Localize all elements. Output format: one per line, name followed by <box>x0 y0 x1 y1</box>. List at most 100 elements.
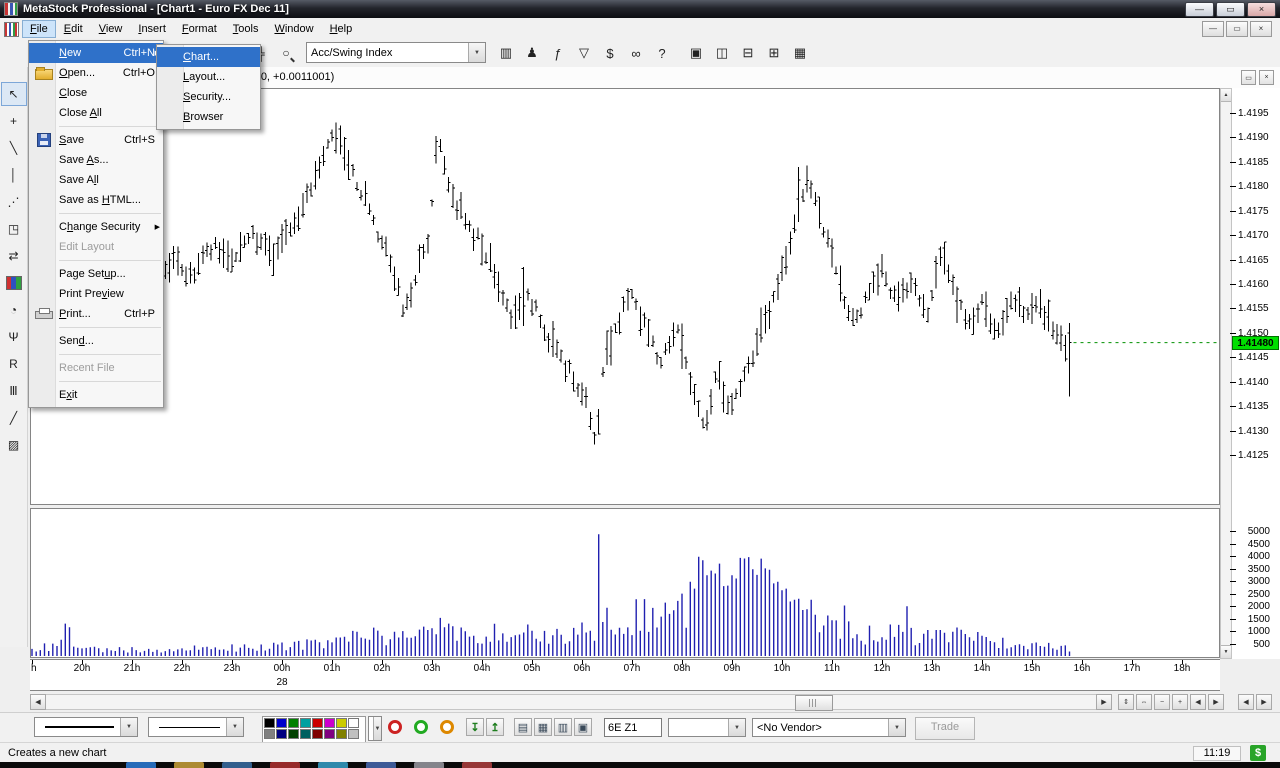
taskbar-app-6[interactable] <box>414 762 444 768</box>
file-menu-item-close[interactable]: Close <box>29 83 163 103</box>
new-submenu-item-browser[interactable]: Browser <box>157 107 260 127</box>
downloader-tray-icon[interactable]: $ <box>1250 745 1266 761</box>
mdi-restore-button[interactable]: ▭ <box>1226 21 1248 37</box>
file-menu-item-change-security[interactable]: Change Security▶ <box>29 217 163 237</box>
mdi-close-button[interactable]: × <box>1250 21 1272 37</box>
chevron-down-icon[interactable]: ▼ <box>120 718 137 736</box>
palette-color-8[interactable] <box>264 729 275 739</box>
taskbar-app-2[interactable] <box>222 762 252 768</box>
line-weight-select[interactable]: ▼ <box>148 717 244 737</box>
menu-file[interactable]: File <box>22 20 56 38</box>
menu-help[interactable]: Help <box>322 20 361 38</box>
scroll-tool[interactable]: ⇄ <box>1 244 27 268</box>
menu-tools[interactable]: Tools <box>225 20 267 38</box>
close-button[interactable]: × <box>1247 2 1276 17</box>
menu-insert[interactable]: Insert <box>130 20 174 38</box>
mdi-minimize-button[interactable]: — <box>1202 21 1224 37</box>
system-tester-icon[interactable]: $ <box>598 41 622 65</box>
vscrollbar-track[interactable] <box>1221 102 1231 645</box>
scrollbar-thumb[interactable] <box>795 695 833 711</box>
symbol-input[interactable] <box>604 718 662 737</box>
file-menu-item-send[interactable]: Send... <box>29 331 163 351</box>
trend-channel-tool[interactable]: ⋰ <box>1 190 27 214</box>
palette-color-0[interactable] <box>264 718 275 728</box>
new-submenu-item-chart[interactable]: Chart... <box>157 47 260 67</box>
chart-close-button[interactable]: × <box>1259 70 1274 85</box>
taskbar-app-3[interactable] <box>270 762 300 768</box>
menu-view[interactable]: View <box>91 20 131 38</box>
downloader-icon[interactable]: ↧ <box>466 718 484 736</box>
trendline-tool[interactable]: ╲ <box>1 136 27 160</box>
vertical-line-tool[interactable]: │ <box>1 163 27 187</box>
chevron-down-icon[interactable]: ▼ <box>728 719 745 736</box>
file-menu-item-save-as-html[interactable]: Save as HTML... <box>29 190 163 210</box>
new-submenu-item-security[interactable]: Security... <box>157 87 260 107</box>
scale-vertical-icon[interactable]: ⇕ <box>1118 694 1134 710</box>
palette-color-13[interactable] <box>324 729 335 739</box>
connect-status-icon[interactable] <box>388 720 402 734</box>
search-icon[interactable]: ∞ <box>624 41 648 65</box>
zoom-out-icon[interactable]: − <box>1154 694 1170 710</box>
start-button[interactable] <box>126 762 156 768</box>
scroll-left-icon[interactable]: ◀ <box>30 694 46 710</box>
new-submenu-item-layout[interactable]: Layout... <box>157 67 260 87</box>
tile-horizontal-icon[interactable]: ⊟ <box>736 41 760 65</box>
palette-color-9[interactable] <box>276 729 287 739</box>
palette-color-5[interactable] <box>324 718 335 728</box>
interval-select[interactable]: ▼ <box>668 718 746 737</box>
palette-color-4[interactable] <box>312 718 323 728</box>
file-menu-item-print[interactable]: Print...Ctrl+P <box>29 304 163 324</box>
chart-restore-button[interactable]: ▭ <box>1241 70 1256 85</box>
palette-color-14[interactable] <box>336 729 347 739</box>
taskbar-app-7[interactable] <box>462 762 492 768</box>
realtime-status-icon[interactable] <box>414 720 428 734</box>
context-help-icon[interactable]: ? <box>650 41 674 65</box>
tile-grid-icon[interactable]: ⊞ <box>762 41 786 65</box>
pointer-tool[interactable]: ↖ <box>1 82 27 106</box>
indicator-combobox[interactable]: Acc/Swing Index ▼ <box>306 42 486 63</box>
pencil-tool[interactable]: ╱ <box>1 406 27 430</box>
restore-button[interactable]: ▭ <box>1216 2 1245 17</box>
pan-right-icon[interactable]: ▶ <box>1256 694 1272 710</box>
palette-color-7[interactable] <box>348 718 359 728</box>
workspace-icon[interactable]: ▦ <box>788 41 812 65</box>
tile-vertical-icon[interactable]: ◫ <box>710 41 734 65</box>
horizontal-scrollbar[interactable]: ◀ ▶ <box>30 694 1112 710</box>
zoom-icon[interactable]: ○ <box>274 41 298 65</box>
zoom-in-icon[interactable]: + <box>1172 694 1188 710</box>
palette-color-10[interactable] <box>288 729 299 739</box>
pitchfork-tool[interactable]: Ψ <box>1 325 27 349</box>
chevron-down-icon[interactable]: ▼ <box>373 717 381 740</box>
menu-format[interactable]: Format <box>174 20 225 38</box>
indicator-quickscan-icon[interactable]: ▥ <box>494 41 518 65</box>
scroll-right-icon[interactable]: ▶ <box>1096 694 1112 710</box>
file-menu-item-close-all[interactable]: Close All <box>29 103 163 123</box>
layout-icon[interactable]: ▣ <box>574 718 592 736</box>
palette-color-1[interactable] <box>276 718 287 728</box>
palette-color-6[interactable] <box>336 718 347 728</box>
regression-tool[interactable]: R <box>1 352 27 376</box>
file-menu-item-save-all[interactable]: Save All <box>29 170 163 190</box>
crosshair-tool[interactable]: + <box>1 109 27 133</box>
taskbar-app-4[interactable] <box>318 762 348 768</box>
chevron-down-icon[interactable]: ▼ <box>226 718 243 736</box>
chevron-down-icon[interactable]: ▼ <box>888 719 905 736</box>
collect-data-icon[interactable]: ↥ <box>486 718 504 736</box>
alert-status-icon[interactable] <box>440 720 454 734</box>
trade-button[interactable]: Trade <box>915 717 975 740</box>
taskbar-app-1[interactable] <box>174 762 204 768</box>
new-window-icon[interactable]: ▣ <box>684 41 708 65</box>
menu-edit[interactable]: Edit <box>56 20 91 38</box>
chevron-down-icon[interactable]: ▼ <box>468 43 485 62</box>
line-style-select[interactable]: ▼ <box>34 717 138 737</box>
quadrant-lines-tool[interactable]: ◳ <box>1 217 27 241</box>
color-palette-dropdown[interactable]: ▼ <box>368 716 382 741</box>
file-menu-item-save[interactable]: SaveCtrl+S <box>29 130 163 150</box>
page-left-icon[interactable]: ◀ <box>1190 694 1206 710</box>
palette-color-15[interactable] <box>348 729 359 739</box>
quote-sheet-icon[interactable]: ▤ <box>514 718 532 736</box>
file-menu-item-page-setup[interactable]: Page Setup... <box>29 264 163 284</box>
palette-color-11[interactable] <box>300 729 311 739</box>
vertical-scrollbar[interactable]: ▲ ▼ <box>1220 88 1232 659</box>
file-menu-item-new[interactable]: NewCtrl+N▶ <box>29 43 163 63</box>
